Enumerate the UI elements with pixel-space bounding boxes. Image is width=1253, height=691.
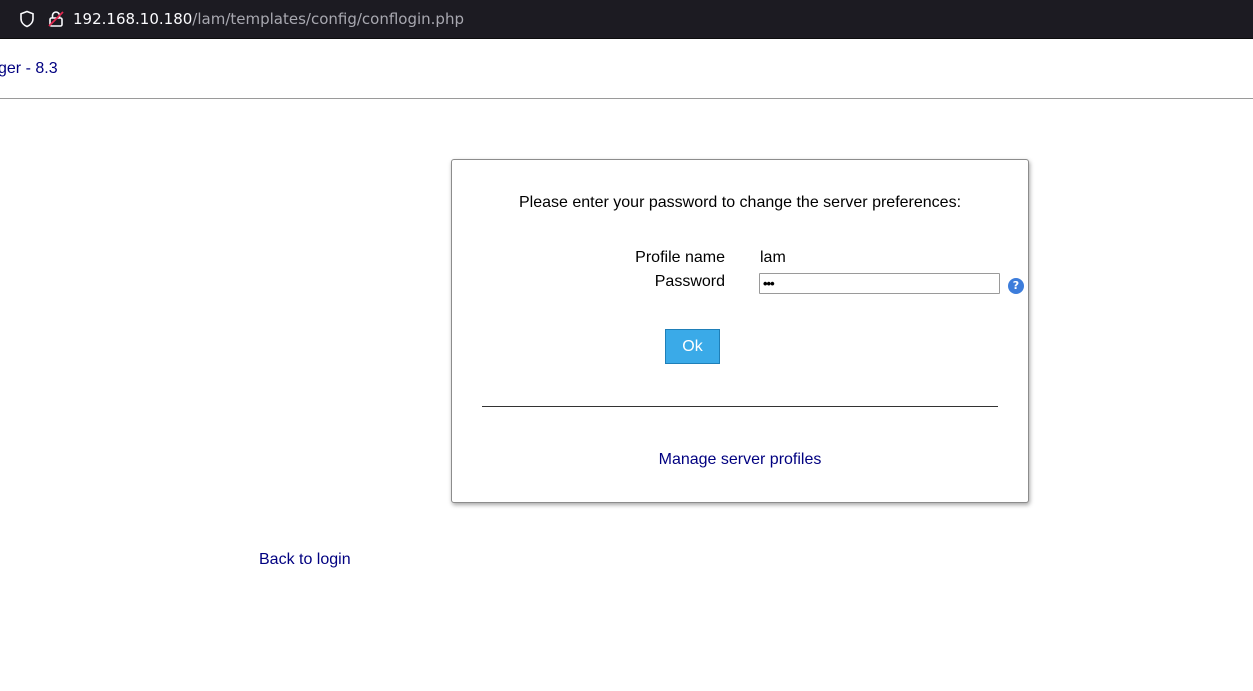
url-text[interactable]: 192.168.10.180/lam/templates/config/conf… [73, 10, 464, 28]
url-path: /lam/templates/config/conflogin.php [192, 10, 464, 28]
insecure-lock-icon[interactable] [47, 10, 65, 28]
profile-name-label: Profile name [635, 249, 725, 266]
manage-server-profiles-link[interactable]: Manage server profiles [452, 451, 1028, 469]
shield-icon[interactable] [18, 10, 36, 28]
help-icon[interactable]: ? [1008, 278, 1024, 294]
app-title-link[interactable]: ger - 8.3 [0, 60, 58, 78]
divider [482, 406, 998, 407]
back-to-login-link[interactable]: Back to login [259, 551, 351, 569]
url-host: 192.168.10.180 [73, 10, 193, 28]
profile-name-value: lam [760, 249, 786, 266]
page-header: ger - 8.3 [0, 40, 1253, 99]
ok-button[interactable]: Ok [665, 329, 720, 364]
browser-url-bar[interactable]: 192.168.10.180/lam/templates/config/conf… [0, 0, 1253, 39]
login-box: Please enter your password to change the… [451, 159, 1029, 503]
login-prompt: Please enter your password to change the… [518, 194, 962, 211]
password-field[interactable] [759, 273, 1000, 294]
password-label: Password [654, 273, 725, 290]
